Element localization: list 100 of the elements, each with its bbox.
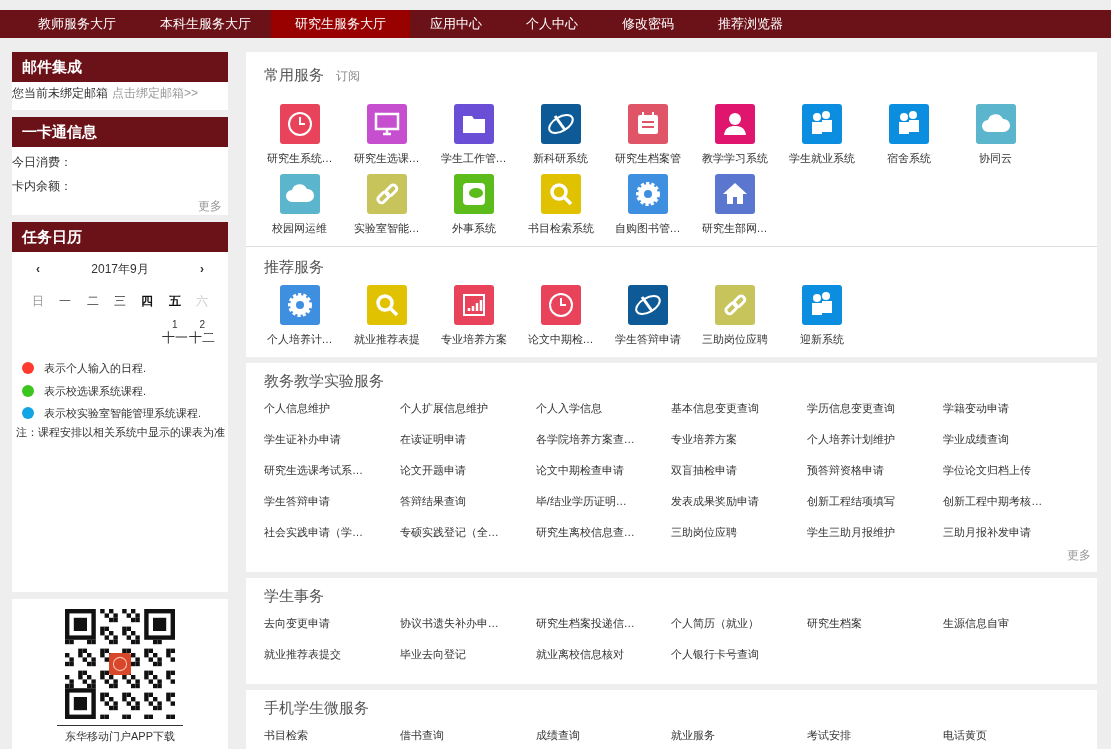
people-app-icon[interactable] xyxy=(801,104,842,144)
service-link[interactable]: 预答辩资格申请 xyxy=(807,460,944,492)
service-link[interactable]: 书目检索 xyxy=(264,725,400,749)
service-link[interactable]: 电话黄页 xyxy=(943,725,1079,749)
service-link[interactable]: 个人入学信息 xyxy=(535,398,672,430)
search-app-icon[interactable] xyxy=(540,173,581,214)
subscribe-link[interactable]: 订阅 xyxy=(336,67,360,85)
app-label[interactable]: 外事系统 xyxy=(451,219,496,236)
service-link[interactable]: 在读证明申请 xyxy=(399,429,536,461)
service-link[interactable]: 各学院培养方案查… xyxy=(535,429,672,461)
app-label[interactable]: 专业培养方案 xyxy=(440,331,507,348)
gear-app-icon[interactable] xyxy=(279,285,320,325)
service-link[interactable]: 借书查询 xyxy=(399,725,536,749)
service-link[interactable]: 论文开题申请 xyxy=(399,460,536,492)
search-app-icon[interactable] xyxy=(366,285,407,325)
service-link[interactable]: 研究生档案投递信… xyxy=(535,613,672,645)
service-link[interactable]: 三助岗位应聘 xyxy=(671,522,808,554)
chat-app-icon[interactable] xyxy=(453,173,494,214)
service-link[interactable]: 学籍变动申请 xyxy=(943,398,1079,430)
service-link[interactable]: 协议书遗失补办申… xyxy=(399,613,536,645)
app-label[interactable]: 研究生选课… xyxy=(353,150,420,167)
service-link[interactable]: 专业培养方案 xyxy=(671,429,808,461)
service-link[interactable]: 社会实践申请（学… xyxy=(264,522,400,554)
globe-app-icon[interactable] xyxy=(627,285,668,325)
service-link[interactable]: 论文中期检查申请 xyxy=(535,460,672,492)
service-link[interactable]: 基本信息变更查询 xyxy=(671,398,808,430)
service-link[interactable]: 个人银行卡号查询 xyxy=(671,644,808,676)
app-label[interactable]: 三助岗位应聘 xyxy=(701,331,768,348)
app-label[interactable]: 教学学习系统 xyxy=(701,150,768,167)
service-link[interactable]: 个人简历（就业） xyxy=(671,613,808,645)
house-app-icon[interactable] xyxy=(714,173,755,214)
service-link[interactable]: 学生证补办申请 xyxy=(264,429,400,461)
link-app-icon[interactable] xyxy=(366,173,407,214)
service-link[interactable]: 就业服务 xyxy=(671,725,808,749)
app-label[interactable]: 学生就业系统 xyxy=(788,150,855,167)
link-app-icon[interactable] xyxy=(714,285,755,325)
app-label[interactable]: 研究生部网… xyxy=(701,219,768,236)
service-link[interactable]: 学位论文归档上传 xyxy=(943,460,1079,492)
app-label[interactable]: 自购图书管… xyxy=(614,219,681,236)
clock-app-icon[interactable] xyxy=(540,285,581,325)
app-label[interactable]: 协同云 xyxy=(979,150,1012,167)
service-link[interactable]: 专硕实践登记（全… xyxy=(399,522,536,554)
service-link[interactable]: 毕/结业学历证明… xyxy=(535,491,672,523)
app-label[interactable]: 实验室智能… xyxy=(353,219,420,236)
app-label[interactable]: 新科研系统 xyxy=(533,150,588,167)
service-link[interactable]: 发表成果奖励申请 xyxy=(671,491,808,523)
cloud-app-icon[interactable] xyxy=(975,104,1016,144)
people-app-icon[interactable] xyxy=(888,104,929,144)
service-link[interactable]: 成绩查询 xyxy=(535,725,672,749)
gear-app-icon[interactable] xyxy=(627,173,668,214)
chart-app-icon[interactable] xyxy=(453,285,494,325)
service-link[interactable]: 研究生档案 xyxy=(807,613,944,645)
calendar-day[interactable]: 1 十一 xyxy=(161,318,189,344)
service-link[interactable]: 生源信息自审 xyxy=(943,613,1079,645)
next-month-button[interactable]: › xyxy=(200,260,204,278)
app-label[interactable]: 研究生系统… xyxy=(266,150,333,167)
app-label[interactable]: 论文中期检… xyxy=(527,331,594,348)
service-link[interactable]: 个人信息维护 xyxy=(264,398,400,430)
service-link[interactable]: 就业推荐表提交 xyxy=(264,644,400,676)
service-link[interactable]: 考试安排 xyxy=(807,725,944,749)
service-link[interactable]: 个人培养计划维护 xyxy=(807,429,944,461)
service-link[interactable]: 创新工程结项填写 xyxy=(807,491,944,523)
service-link[interactable]: 就业离校信息核对 xyxy=(535,644,672,676)
app-label[interactable]: 学生工作管… xyxy=(440,150,507,167)
globe-app-icon[interactable] xyxy=(540,104,581,144)
service-link[interactable]: 学生三助月报维护 xyxy=(807,522,944,554)
legend-text: 表示校选课系统课程. xyxy=(44,383,147,399)
app-label[interactable]: 书目检索系统 xyxy=(527,219,594,236)
service-link[interactable]: 去向变更申请 xyxy=(264,613,400,645)
panel-title: 邮件集成 xyxy=(22,56,82,77)
service-link[interactable]: 毕业去向登记 xyxy=(399,644,536,676)
nav-tab[interactable]: 研究生服务大厅 xyxy=(271,10,410,38)
service-link[interactable]: 学生答辩申请 xyxy=(264,491,400,523)
service-link[interactable]: 创新工程中期考核… xyxy=(943,491,1079,523)
previous-month-button[interactable]: ‹ xyxy=(36,260,40,278)
service-link[interactable]: 双盲抽检申请 xyxy=(671,460,808,492)
app-label[interactable]: 个人培养计… xyxy=(266,331,333,348)
section-title: 教务教学实验服务 xyxy=(264,371,384,389)
app-label[interactable]: 宿舍系统 xyxy=(886,150,931,167)
cloud-app-icon[interactable] xyxy=(279,173,320,214)
service-link[interactable]: 研究生离校信息查… xyxy=(535,522,672,554)
service-link[interactable]: 学业成绩查询 xyxy=(943,429,1079,461)
app-label[interactable]: 迎新系统 xyxy=(799,331,844,348)
app-label[interactable]: 校园网运维 xyxy=(272,219,327,236)
service-link[interactable]: 学历信息变更查询 xyxy=(807,398,944,430)
app-download-caption: 东华移动门户APP下载 xyxy=(65,729,175,744)
app-label[interactable]: 就业推荐表提 xyxy=(353,331,420,348)
monitor-app-icon[interactable] xyxy=(366,104,407,144)
app-label[interactable]: 研究生档案管 xyxy=(614,150,681,167)
notepad-app-icon[interactable] xyxy=(627,104,668,144)
clock-app-icon[interactable] xyxy=(279,104,320,144)
service-link[interactable]: 研究生选课考试系… xyxy=(264,460,400,492)
app-label[interactable]: 学生答辩申请 xyxy=(614,331,681,348)
folder-app-icon[interactable] xyxy=(453,104,494,144)
service-link[interactable]: 个人扩展信息维护 xyxy=(399,398,536,430)
people-app-icon[interactable] xyxy=(801,285,842,325)
service-link[interactable]: 答辩结果查询 xyxy=(399,491,536,523)
person-app-icon[interactable] xyxy=(714,104,755,144)
weekday-label: 二 xyxy=(85,293,100,310)
calendar-day[interactable]: 2 十二 xyxy=(188,318,216,344)
